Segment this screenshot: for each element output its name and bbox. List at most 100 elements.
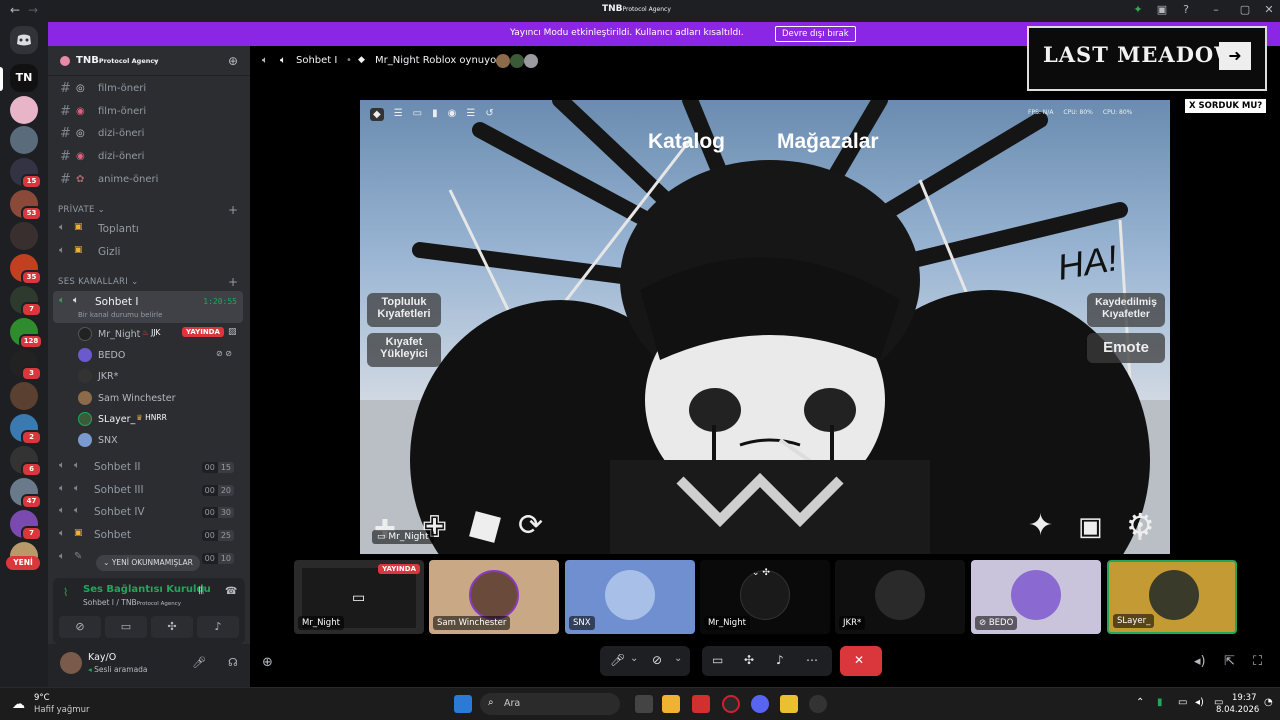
arrow-right-icon[interactable]: ➜: [1219, 42, 1251, 70]
activities-icon[interactable]: ✣: [744, 653, 754, 667]
server-icon[interactable]: [10, 126, 38, 154]
chevron-down-icon[interactable]: ⌄: [674, 653, 682, 664]
saved-outfits-button[interactable]: Kaydedilmiş Kıyafetler: [1087, 293, 1165, 327]
tab-stores[interactable]: Mağazalar: [777, 130, 879, 154]
unread-pill[interactable]: ⌄ YENİ OKUNMAMIŞLAR: [96, 555, 200, 571]
activities-icon[interactable]: ✣: [151, 616, 193, 638]
forward-arrow-icon[interactable]: →: [28, 3, 38, 17]
participant-tile[interactable]: ▭ YAYINDA Mr_Night: [294, 560, 424, 634]
disconnect-icon[interactable]: ☎: [225, 586, 237, 597]
help-icon[interactable]: ?: [1179, 3, 1193, 17]
clock-date[interactable]: 8.04.2026: [1216, 705, 1259, 715]
participant-tile[interactable]: Sam Winchester: [429, 560, 559, 634]
voice-channel-item[interactable]: 🔈︎ 🔈︎ Sohbet II 00 15: [56, 457, 242, 477]
channel-item[interactable]: # ◉ dizi-öneri: [56, 147, 242, 167]
channel-item[interactable]: # ◎ film-öneri: [56, 79, 242, 99]
server-header[interactable]: TNBProtocol Agency ⌄ ⊕: [48, 46, 250, 76]
emote-button[interactable]: Emote: [1087, 333, 1165, 363]
add-channel-icon[interactable]: +: [228, 275, 238, 289]
new-unread-pill[interactable]: YENİ: [6, 556, 40, 570]
close-icon[interactable]: ✕: [1262, 3, 1276, 17]
voice-channel-item[interactable]: 🔈︎ ▣ Sohbet 00 25: [56, 525, 242, 545]
leaf-icon[interactable]: ✦: [1131, 3, 1145, 17]
menu-icon[interactable]: ☰: [394, 108, 403, 121]
chat-icon[interactable]: ▭: [413, 108, 422, 121]
notification-icon[interactable]: ◔: [1264, 697, 1273, 708]
leave-call-button[interactable]: ✕: [840, 646, 882, 676]
active-voice-channel[interactable]: 🔈︎ 🔈︎ Sohbet I 1:20:55 Bir kanal durumu …: [53, 291, 243, 323]
participant-tile[interactable]: ⊘ BEDO: [971, 560, 1101, 634]
voice-channel-item[interactable]: 🔈︎ ▣ Toplantı: [56, 219, 242, 239]
screen-share-icon[interactable]: ▭: [105, 616, 147, 638]
microphone-icon[interactable]: ▮: [1157, 697, 1163, 708]
task-view-icon[interactable]: [635, 695, 653, 713]
microphone-icon[interactable]: 🎤︎: [192, 656, 206, 669]
volume-icon[interactable]: ◂): [1195, 697, 1204, 708]
file-explorer-icon[interactable]: [662, 695, 680, 713]
signal-icon[interactable]: ⌇: [63, 586, 68, 599]
taskbar-search[interactable]: ⌕ Ara: [480, 693, 620, 715]
voice-channel-item[interactable]: 🔈︎ 🔈︎ Sohbet III 00 20: [56, 480, 242, 500]
add-member-icon[interactable]: ⊕: [228, 54, 238, 68]
server-icon[interactable]: [10, 96, 38, 124]
network-icon[interactable]: ▭: [1178, 697, 1187, 708]
participant-tile[interactable]: JKR*: [835, 560, 965, 634]
windows-start-icon[interactable]: [454, 695, 472, 713]
stream-video[interactable]: HA! ◆ ☰ ▭ ▮ ◉ ☰ ↺ FPS: N/A CPU: 80% CPU: 80% …: [360, 100, 1170, 554]
app-icon[interactable]: [692, 695, 710, 713]
voice-channel-item[interactable]: 🔈︎ ▣ Gizli: [56, 242, 242, 262]
add-person-icon[interactable]: ⊕: [262, 655, 273, 670]
maximize-icon[interactable]: ▢: [1238, 3, 1252, 17]
participant-tile[interactable]: SNX: [565, 560, 695, 634]
voice-user[interactable]: Sam Winchester: [78, 388, 244, 408]
channel-item[interactable]: # ◉ film-öneri: [56, 102, 242, 122]
discord-home-icon[interactable]: [10, 26, 38, 54]
eye-icon[interactable]: ◉: [448, 108, 457, 121]
app-icon[interactable]: [780, 695, 798, 713]
server-icon[interactable]: [10, 222, 38, 250]
channel-item[interactable]: # ◎ dizi-öneri: [56, 124, 242, 144]
undo-icon[interactable]: ↺: [485, 108, 493, 121]
volume-icon[interactable]: ◂): [1194, 654, 1206, 669]
soundboard-icon[interactable]: 𝄃𝄃: [199, 586, 203, 597]
camera-icon[interactable]: ▣: [1078, 512, 1103, 542]
voice-user[interactable]: SLayer_ ♛ HNRR: [78, 409, 244, 429]
chevron-down-icon[interactable]: ⌄: [630, 653, 638, 664]
outfit-uploader-button[interactable]: Kıyafet Yükleyici: [367, 333, 441, 367]
popout-icon[interactable]: ⇱: [1224, 654, 1235, 669]
tab-catalog[interactable]: Katalog: [648, 130, 725, 154]
add-channel-icon[interactable]: +: [228, 203, 238, 217]
opera-gx-icon[interactable]: [722, 695, 740, 713]
settings-gear-icon[interactable]: ⚙: [1126, 506, 1155, 544]
voice-user[interactable]: Mr_Night ♨ JJK YAYINDA ▨: [78, 324, 244, 344]
disable-streamer-mode-button[interactable]: Devre dışı bırak: [775, 26, 856, 42]
microphone-icon[interactable]: 🎤︎: [610, 653, 625, 667]
camera-off-icon[interactable]: ⊘: [652, 653, 662, 667]
more-options-icon[interactable]: ⋯: [806, 653, 818, 667]
voice-user[interactable]: SNX: [78, 430, 244, 450]
fullscreen-icon[interactable]: ⛶: [1253, 654, 1262, 669]
discord-icon[interactable]: [751, 695, 769, 713]
headphones-icon[interactable]: ☊: [228, 656, 238, 669]
voice-user[interactable]: BEDO ⊘ ⊘: [78, 345, 244, 365]
minimize-icon[interactable]: –: [1209, 3, 1223, 17]
camera-off-icon[interactable]: ⊘: [59, 616, 101, 638]
steam-icon[interactable]: [809, 695, 827, 713]
sparkle-icon[interactable]: ✦: [1028, 508, 1053, 543]
voice-user[interactable]: JKR*: [78, 366, 244, 386]
inbox-icon[interactable]: ▣: [1155, 3, 1169, 17]
avatar[interactable]: [60, 652, 82, 674]
connection-sub[interactable]: Sohbet I / TNBProtocol Agency: [83, 598, 181, 607]
refresh-icon[interactable]: ⟳: [518, 508, 543, 543]
back-arrow-icon[interactable]: ←: [10, 3, 20, 17]
list-icon[interactable]: ☰: [466, 108, 475, 121]
set-channel-status[interactable]: Bir kanal durumu belirle: [78, 311, 162, 319]
chevron-up-icon[interactable]: ⌃: [1136, 697, 1144, 708]
weather-icon[interactable]: ☁: [12, 697, 25, 712]
server-icon[interactable]: [10, 382, 38, 410]
category-private[interactable]: PRİVATE ⌄ +: [58, 203, 238, 217]
screen-share-icon[interactable]: ▭: [712, 653, 723, 667]
clock-time[interactable]: 19:37: [1232, 693, 1257, 703]
mic-icon[interactable]: ▮: [432, 108, 438, 121]
participant-tile[interactable]: SLayer_: [1107, 560, 1237, 634]
